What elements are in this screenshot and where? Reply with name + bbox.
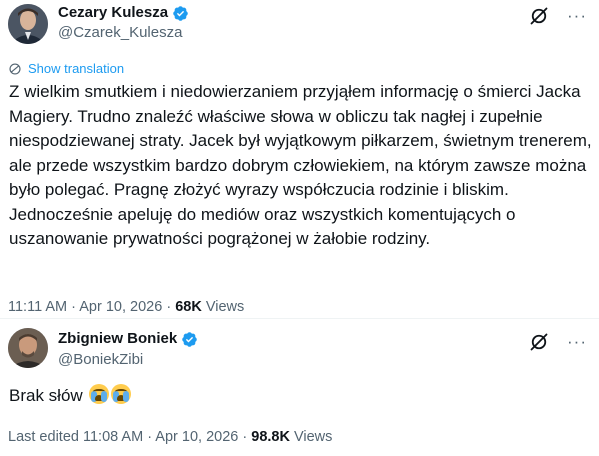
separator: · [147,429,153,445]
tweet-date[interactable]: Apr 10, 2026 [79,299,162,315]
tweet-time[interactable]: 11:11 AM [8,299,67,315]
tweet-text: Brak słów [9,386,83,405]
translate-globe-icon [9,62,21,75]
tweet-cezary-kulesza[interactable]: Cezary Kulesza @Czarek_Kulesza ··· Show … [0,0,599,318]
views-label: Views [293,429,333,445]
tweet-actions-top: ··· [529,6,587,26]
more-icon[interactable]: ··· [567,7,587,25]
display-name-text[interactable]: Zbigniew Boniek [58,330,177,348]
tweet-date[interactable]: Apr 10, 2026 [155,429,238,445]
grok-icon[interactable] [529,6,549,26]
display-name[interactable]: Zbigniew Boniek [58,330,198,348]
separator: · [166,299,172,315]
show-translation-text[interactable]: Show translation [28,61,124,76]
tweet-text-row: Brak słów [9,384,132,408]
edited-label[interactable]: Last edited [8,429,79,445]
views-label: Views [205,299,245,315]
more-icon[interactable]: ··· [567,333,587,351]
tweet-meta: Last edited 11:08 AM · Apr 10, 2026 · 98… [8,428,332,446]
separator: · [242,429,248,445]
views-count: 68K [175,299,202,315]
avatar[interactable] [8,4,48,44]
display-name[interactable]: Cezary Kulesza [58,4,189,22]
separator: · [71,299,76,315]
grok-icon[interactable] [529,332,549,352]
loudly-crying-face-emoji [111,384,132,404]
handle[interactable]: @Czarek_Kulesza [58,24,182,42]
tweet-text: Z wielkim smutkiem i niedowierzaniem prz… [9,82,592,248]
verified-badge-icon [173,5,188,21]
tweet-actions-top: ··· [529,332,587,352]
show-translation-link[interactable]: Show translation [8,61,124,76]
tweet-meta: 11:11 AM · Apr 10, 2026 · 68K Views [8,298,244,316]
tweet-zbigniew-boniek[interactable]: Zbigniew Boniek @BoniekZibi ··· Brak słó… [0,318,599,456]
tweet-time[interactable]: 11:08 AM [83,429,143,445]
handle[interactable]: @BoniekZibi [58,351,143,369]
verified-badge-icon [182,331,197,347]
avatar[interactable] [8,328,48,368]
views-count: 98.8K [251,429,290,445]
loudly-crying-face-emoji [89,384,110,404]
display-name-text[interactable]: Cezary Kulesza [58,4,168,22]
